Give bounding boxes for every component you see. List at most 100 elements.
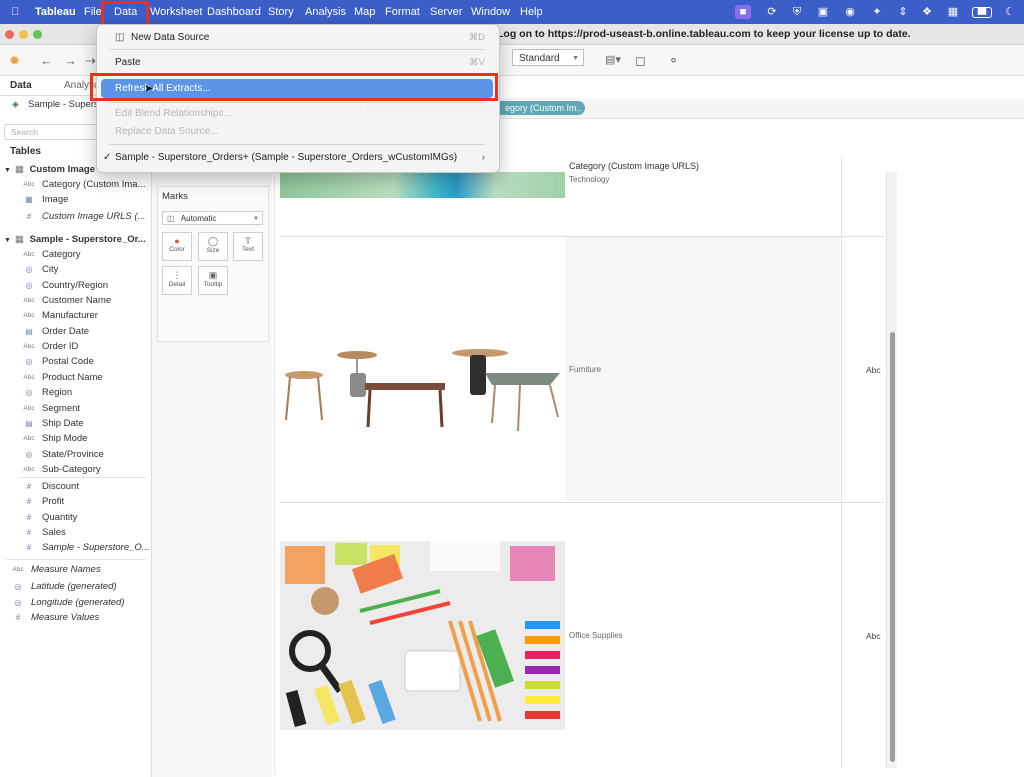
menu-story[interactable]: Story <box>268 0 294 24</box>
menu-file[interactable]: File <box>84 0 102 24</box>
field-name: Quantity <box>42 512 78 523</box>
moon-icon[interactable]: ☾ <box>1003 5 1017 19</box>
field-name: City <box>42 264 59 275</box>
number-type-icon: # <box>26 482 32 491</box>
menu-window[interactable]: Window <box>471 0 510 24</box>
field-name: Customer Name <box>42 295 112 306</box>
string-type-icon: Abc <box>23 466 35 473</box>
menu-tableau[interactable]: Tableau <box>35 0 76 24</box>
field-name: Manufacturer <box>42 310 98 321</box>
number-type-icon: # <box>26 212 32 221</box>
tooltip-label: Tooltip <box>203 281 223 288</box>
menu-separator <box>109 144 485 145</box>
menu-help[interactable]: Help <box>520 0 543 24</box>
marks-card: Marks ◫ Automatic ▼ ● Color ◯ Size T Text ⋮… <box>157 186 269 342</box>
tooltip-button[interactable]: ▣ Tooltip <box>198 266 228 295</box>
office-supplies-illustration <box>280 541 565 730</box>
scrollbar-thumb[interactable] <box>890 332 895 762</box>
menu-worksheet[interactable]: Worksheet <box>150 0 202 24</box>
submenu-arrow-icon: › <box>481 152 485 163</box>
string-type-icon: Abc <box>12 566 24 573</box>
string-type-icon: Abc <box>23 181 35 188</box>
image-icon: ▦ <box>25 195 33 204</box>
mark-type-select[interactable]: ◫ Automatic ▼ <box>162 211 263 225</box>
globe-icon: ◎ <box>25 357 33 366</box>
forward-arrow-icon[interactable]: → <box>64 53 77 68</box>
field-name: Postal Code <box>42 356 94 367</box>
string-type-icon: Abc <box>23 374 35 381</box>
show-cards-icon[interactable]: ▤▾ <box>605 53 621 66</box>
vertical-scrollbar[interactable] <box>886 172 897 768</box>
back-arrow-icon[interactable]: ← <box>40 53 53 68</box>
zoom-window-icon[interactable] <box>33 30 42 39</box>
menu-item-superstore-datasource[interactable]: ✓ Sample - Superstore_Orders+ (Sample - … <box>101 148 493 167</box>
menu-format[interactable]: Format <box>385 0 420 24</box>
detail-icon: ⋮ <box>172 270 182 280</box>
menu-item-paste[interactable]: Paste ⌘V <box>101 53 493 72</box>
text-button[interactable]: T Text <box>233 232 263 261</box>
number-type-icon: # <box>26 497 32 506</box>
tableau-logo-icon[interactable]: ✹ <box>9 53 20 69</box>
menu-analysis[interactable]: Analysis <box>305 0 346 24</box>
field-name: Measure Values <box>31 612 100 623</box>
share-icon[interactable]: ⚬ <box>668 53 679 69</box>
globe-icon: ◎ <box>14 582 22 591</box>
chevron-down-icon: ▼ <box>572 55 579 62</box>
category-label: Technology <box>569 175 610 184</box>
minimize-window-icon[interactable] <box>19 30 28 39</box>
menu-item-label: Sample - Superstore_Orders+ (Sample - Su… <box>115 152 458 163</box>
save-icon[interactable]: ⇢ <box>85 53 96 69</box>
presentation-icon[interactable]: ◻ <box>635 53 646 69</box>
field-name: Latitude (generated) <box>31 581 117 592</box>
field-name: Ship Mode <box>42 433 88 444</box>
number-type-icon: # <box>26 543 32 552</box>
battery-icon[interactable]: ██ <box>972 7 992 18</box>
text-label: Text <box>242 246 254 253</box>
color-label: Color <box>169 246 185 253</box>
shield-icon[interactable]: ⛨ <box>790 5 804 19</box>
category-label: Office Supplies <box>569 631 623 640</box>
color-button[interactable]: ● Color <box>162 232 192 261</box>
row-divider <box>280 502 884 503</box>
table-icon: ▦ <box>14 164 24 175</box>
table-group-superstore[interactable]: ▼ ▦ Sample - Superstore_Or... <box>4 234 146 245</box>
caret-down-icon: ▼ <box>4 167 11 174</box>
apple-icon[interactable]:  <box>11 0 19 24</box>
tab-data[interactable]: Data <box>10 80 32 91</box>
view-size-select[interactable]: Standard ▼ <box>512 49 584 66</box>
value-label: Abc <box>866 631 881 641</box>
extra-fields-divider <box>6 559 146 560</box>
field-name: Product Name <box>42 372 103 383</box>
detail-button[interactable]: ⋮ Detail <box>162 266 192 295</box>
menu-map[interactable]: Map <box>354 0 375 24</box>
arrows-icon[interactable]: ⇕ <box>896 5 910 19</box>
number-type-icon: # <box>15 613 21 622</box>
menu-item-shortcut: ⌘D <box>468 32 485 43</box>
globe-icon: ◎ <box>14 598 22 607</box>
menu-item-new-data-source[interactable]: ◫ New Data Source ⌘D <box>101 28 493 47</box>
globe-icon: ◎ <box>25 265 33 274</box>
size-button[interactable]: ◯ Size <box>198 232 228 261</box>
mark-type-value: Automatic <box>180 214 217 223</box>
screen-record-icon[interactable]: ■ <box>735 5 751 19</box>
figma-icon[interactable]: ❖ <box>920 5 934 19</box>
menu-server[interactable]: Server <box>430 0 462 24</box>
menu-dashboard[interactable]: Dashboard <box>207 0 261 24</box>
keyboard-icon[interactable]: ▦ <box>945 5 961 19</box>
sync-icon[interactable]: ⟳ <box>765 5 779 19</box>
camera-icon[interactable]: ◉ <box>843 5 857 19</box>
size-label: Size <box>206 247 220 254</box>
puzzle-icon[interactable]: ✦ <box>870 5 884 19</box>
category-column-header[interactable]: Category (Custom Image URLS) <box>569 161 699 171</box>
pill-label: egory (Custom Im.. <box>505 103 582 113</box>
field-name: Region <box>42 387 73 398</box>
text-icon: T <box>245 236 251 246</box>
globe-icon: ◎ <box>25 388 33 397</box>
menu-item-shortcut: ⌘V <box>469 57 485 68</box>
vpn-icon[interactable]: ▣ <box>816 5 830 19</box>
datasource-icon: ◈ <box>12 99 19 109</box>
string-type-icon: Abc <box>23 312 35 319</box>
furniture-image <box>280 345 565 435</box>
close-window-icon[interactable] <box>5 30 14 39</box>
field-name: Measure Names <box>31 564 101 575</box>
